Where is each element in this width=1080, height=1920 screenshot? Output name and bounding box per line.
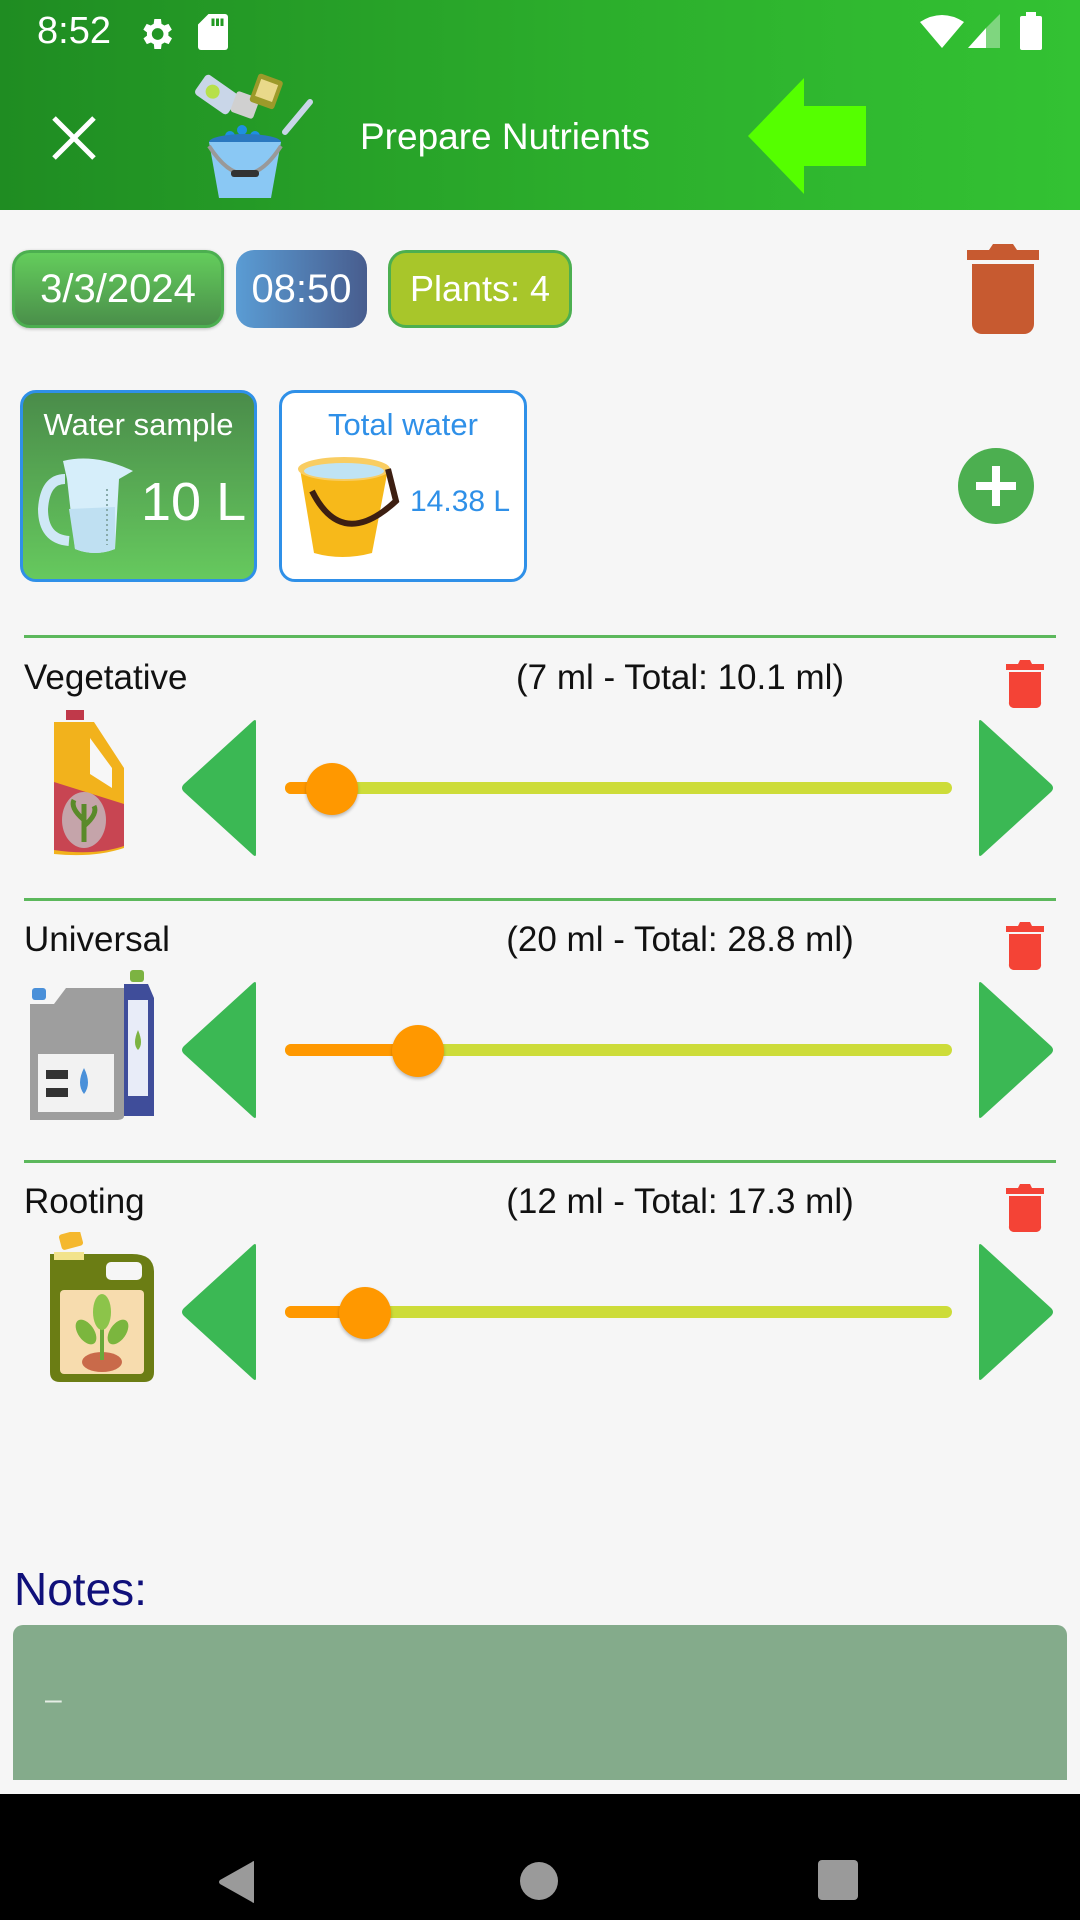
nutrient-dose: (12 ml - Total: 17.3 ml) [506, 1182, 854, 1221]
nutrient-name: Vegetative [24, 658, 188, 697]
vegetative-bottle-icon [54, 710, 124, 856]
app-header: 8:52 Prepare Nutrients [0, 0, 1080, 210]
nav-home-icon[interactable] [520, 1862, 558, 1900]
trash-icon[interactable] [1006, 1184, 1044, 1232]
total-water-title: Total water [328, 407, 478, 442]
nutrient-row-rooting: Rooting (12 ml - Total: 17.3 ml) [0, 1162, 1080, 1424]
water-sample-card[interactable]: Water sample 10 L [20, 390, 257, 582]
decrease-arrow-icon[interactable] [180, 980, 260, 1120]
decrease-arrow-icon[interactable] [180, 718, 260, 858]
rooting-bottle-icon [50, 1232, 154, 1382]
total-water-card[interactable]: Total water 14.38 L [279, 390, 527, 582]
dose-slider[interactable] [285, 1287, 952, 1339]
slider-thumb[interactable] [305, 763, 358, 815]
total-water-value: 14.38 L [410, 485, 511, 518]
date-value: 3/3/2024 [40, 266, 196, 311]
nutrient-name: Rooting [24, 1182, 145, 1221]
notes-label: Notes: [14, 1563, 147, 1615]
battery-icon [1020, 12, 1042, 50]
slider-thumb[interactable] [339, 1287, 392, 1339]
plants-chip[interactable]: Plants: 4 [388, 250, 572, 328]
gear-icon [143, 19, 172, 49]
increase-arrow-icon[interactable] [975, 980, 1055, 1120]
measuring-jug-icon [37, 458, 133, 553]
page-title: Prepare Nutrients [360, 116, 650, 157]
slider-thumb[interactable] [392, 1025, 445, 1077]
decrease-arrow-icon[interactable] [180, 1242, 260, 1382]
status-time: 8:52 [37, 10, 111, 52]
date-chip[interactable]: 3/3/2024 [12, 250, 224, 328]
arrow-left-icon[interactable] [748, 78, 868, 194]
bucket-icon [298, 457, 400, 557]
trash-icon[interactable] [1006, 922, 1044, 970]
water-sample-value: 10 L [141, 472, 247, 532]
nav-back-icon[interactable] [216, 1860, 260, 1904]
notes-value: – [45, 1683, 62, 1716]
sd-card-icon [198, 14, 228, 50]
increase-arrow-icon[interactable] [975, 1242, 1055, 1382]
dose-slider[interactable] [285, 1025, 952, 1077]
close-icon[interactable] [44, 108, 104, 168]
plants-value: Plants: 4 [409, 268, 551, 309]
status-bar: 8:52 [0, 0, 1080, 64]
add-nutrient-button[interactable] [958, 448, 1034, 524]
water-sample-title: Water sample [43, 407, 234, 442]
dose-slider[interactable] [285, 763, 952, 815]
increase-arrow-icon[interactable] [975, 718, 1055, 858]
nutrient-row-vegetative: Vegetative (7 ml - Total: 10.1 ml) [0, 638, 1080, 900]
nav-recents-icon[interactable] [818, 1860, 858, 1900]
trash-icon[interactable] [1006, 660, 1044, 708]
wifi-icon [920, 15, 964, 48]
delete-all-trash-icon[interactable] [965, 240, 1041, 336]
signal-icon [968, 14, 1000, 48]
system-nav-bar [0, 1794, 1080, 1920]
slider-track [285, 782, 952, 794]
nutrient-name: Universal [24, 920, 170, 959]
nutrient-row-universal: Universal (20 ml - Total: 28.8 ml) [0, 900, 1080, 1162]
nutrients-bucket-logo-icon [195, 73, 313, 198]
notes-input[interactable]: – [13, 1625, 1067, 1780]
universal-bottles-icon [30, 970, 154, 1120]
time-chip[interactable]: 08:50 [236, 250, 367, 328]
time-value: 08:50 [251, 266, 352, 311]
